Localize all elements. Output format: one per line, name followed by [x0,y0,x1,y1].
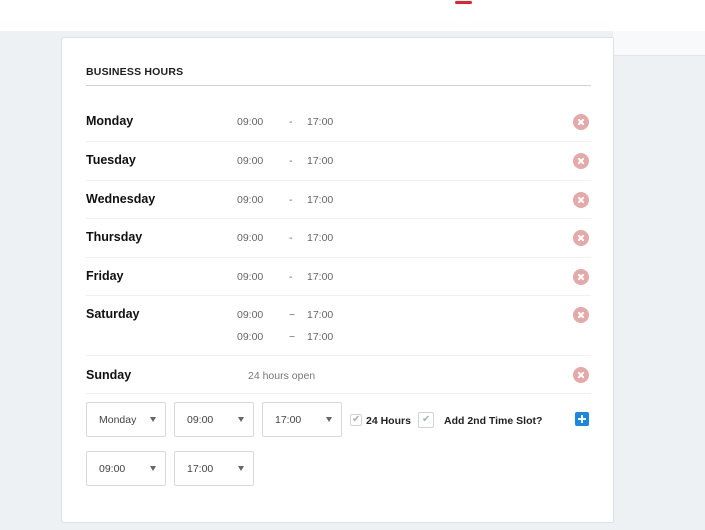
brand-accent-mark [455,1,472,4]
open-time: 09:00 [237,331,264,343]
business-hours-card: BUSINESS HOURS Monday 09:00 - 17:00 Tues… [61,37,614,523]
time-slot-2: 09:00 ~ 17:00 [86,331,386,345]
day-select[interactable]: Monday [86,402,166,437]
slot2-open-select-value: 09:00 [99,463,126,475]
time-separator: ~ [289,309,296,321]
chevron-down-icon [150,417,156,422]
top-bar [0,0,705,31]
chevron-down-icon [326,417,332,422]
section-title: BUSINESS HOURS [86,66,184,78]
check-icon: ✔ [352,414,361,425]
open-time-select[interactable]: 09:00 [174,402,254,437]
time-slot: 09:00 - 17:00 [86,271,386,285]
section-divider [86,85,591,86]
close-time: 17:00 [307,155,334,167]
open-time: 09:00 [237,271,264,283]
remove-icon[interactable] [573,192,589,208]
open-time: 09:00 [237,232,264,244]
time-separator: - [289,116,293,128]
right-header-strip [613,31,705,56]
slot2-open-select[interactable]: 09:00 [86,451,166,486]
time-slot: 09:00 - 17:00 [86,116,386,130]
open-time: 09:00 [237,116,264,128]
time-slot: 09:00 - 17:00 [86,194,386,208]
slot2-close-select[interactable]: 17:00 [174,451,254,486]
day-select-value: Monday [99,414,137,426]
schedule-row-sunday: Sunday 24 hours open [86,356,591,394]
schedule-row-friday: Friday 09:00 - 17:00 [86,258,591,296]
time-slot: 09:00 ~ 17:00 [86,309,386,323]
schedule-row-thursday: Thursday 09:00 - 17:00 [86,219,591,258]
close-time: 17:00 [307,194,334,206]
remove-icon[interactable] [573,153,589,169]
schedule-row-monday: Monday 09:00 - 17:00 [86,103,591,142]
open-time-select-value: 09:00 [187,414,214,426]
close-time: 17:00 [307,271,334,283]
remove-icon[interactable] [573,307,589,323]
time-separator: ~ [289,331,296,343]
remove-icon[interactable] [573,269,589,285]
add-icon[interactable] [575,412,589,426]
open-time: 09:00 [237,194,264,206]
remove-icon[interactable] [573,367,589,383]
schedule-row-wednesday: Wednesday 09:00 - 17:00 [86,181,591,219]
time-separator: - [289,155,293,167]
day-label: Sunday [86,368,132,382]
check-icon: ✔ [422,414,431,425]
close-time: 17:00 [307,116,334,128]
second-slot-checkbox[interactable]: ✔ [418,412,434,428]
slot2-close-select-value: 17:00 [187,463,214,475]
time-slot: 09:00 - 17:00 [86,155,386,169]
time-separator: - [289,194,293,206]
hours24-label: 24 Hours [366,415,411,427]
time-separator: - [289,232,293,244]
open-time: 09:00 [237,309,264,321]
schedule-row-tuesday: Tuesday 09:00 - 17:00 [86,142,591,181]
close-time-select-value: 17:00 [275,414,302,426]
close-time-select[interactable]: 17:00 [262,402,342,437]
chevron-down-icon [238,417,244,422]
schedule-row-saturday: Saturday 09:00 ~ 17:00 09:00 ~ 17:00 [86,296,591,356]
remove-icon[interactable] [573,114,589,130]
hours24-checkbox[interactable]: ✔ [350,414,362,426]
time-slot: 09:00 - 17:00 [86,232,386,246]
open-time: 09:00 [237,155,264,167]
second-slot-label: Add 2nd Time Slot? [444,415,543,427]
close-time: 17:00 [307,309,334,321]
remove-icon[interactable] [573,230,589,246]
time-separator: - [289,271,293,283]
close-time: 17:00 [307,331,334,343]
open-24-hours-note: 24 hours open [248,370,316,382]
close-time: 17:00 [307,232,334,244]
chevron-down-icon [238,466,244,471]
chevron-down-icon [150,466,156,471]
